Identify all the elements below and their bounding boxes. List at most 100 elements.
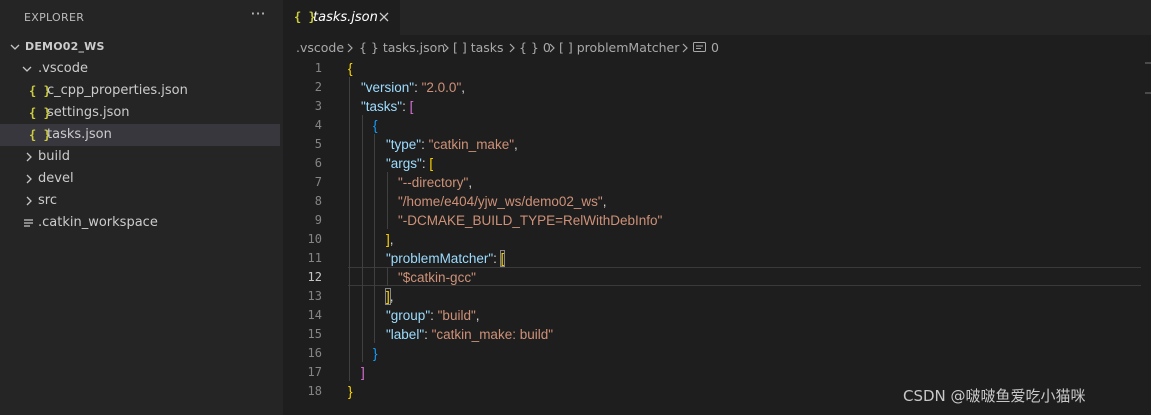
tree-file-tasks[interactable]: { } tasks.json — [0, 124, 280, 146]
line-number: 18 — [307, 384, 322, 398]
code-content: "version": "2.0.0", — [361, 80, 466, 95]
line-number: 10 — [307, 232, 322, 246]
code-line: 5 "type": "catkin_make", — [283, 135, 1151, 154]
code-line: 10 ], — [283, 230, 1151, 249]
breadcrumb-item-tasks[interactable]: [ ] tasks — [453, 40, 504, 55]
chevron-right-icon — [346, 40, 354, 56]
code-line: 1 { — [283, 59, 1151, 78]
code-content: "tasks": [ — [361, 99, 414, 114]
overview-ruler-mark — [1145, 62, 1151, 64]
code-content: { — [373, 118, 378, 133]
overview-ruler-mark — [1145, 92, 1151, 94]
code-line: 6 "args": [ — [283, 154, 1151, 173]
chevron-right-icon — [548, 40, 556, 56]
line-number: 5 — [314, 137, 322, 151]
code-line: 9 "-DCMAKE_BUILD_TYPE=RelWithDebInfo" — [283, 211, 1151, 230]
breadcrumb-item-index[interactable]: { } 0 — [519, 40, 551, 55]
tree-item-label: .catkin_workspace — [38, 215, 158, 230]
string-symbol-icon — [693, 40, 706, 56]
breadcrumb-item-problem-matcher[interactable]: [ ] problemMatcher — [559, 40, 679, 55]
line-number: 9 — [314, 213, 322, 227]
more-actions-icon[interactable]: ··· — [248, 5, 268, 25]
code-line: 7 "--directory", — [283, 173, 1151, 192]
explorer-header: EXPLORER — [24, 11, 85, 24]
editor-tab-bar: { } tasks.json — [283, 0, 1151, 35]
code-content: "-DCMAKE_BUILD_TYPE=RelWithDebInfo" — [398, 213, 663, 228]
tab-tasks-json[interactable]: { } tasks.json — [283, 0, 400, 35]
tab-label: tasks.json — [313, 10, 378, 25]
chevron-right-icon — [442, 40, 450, 56]
chevron-right-icon — [24, 190, 36, 212]
line-number: 15 — [307, 327, 322, 341]
line-number: 4 — [314, 118, 322, 132]
code-content: } — [373, 346, 378, 361]
tree-folder-build[interactable]: build — [0, 146, 280, 168]
tree-file-c-cpp-properties[interactable]: { } c_cpp_properties.json — [0, 80, 280, 102]
code-content: "args": [ — [386, 156, 434, 171]
code-line-current: 12 "$catkin-gcc" — [283, 268, 1151, 287]
tree-root-demo02-ws[interactable]: DEMO02_WS — [0, 36, 280, 58]
line-number: 7 — [314, 175, 322, 189]
line-number: 12 — [307, 270, 322, 284]
code-content: { — [348, 61, 353, 76]
tree-file-catkin-workspace[interactable]: .catkin_workspace — [0, 212, 280, 234]
code-content: ] — [361, 365, 365, 380]
chevron-down-icon — [10, 36, 22, 58]
tree-folder-vscode[interactable]: .vscode — [0, 58, 280, 80]
code-content: "/home/e404/yjw_ws/demo02_ws", — [398, 194, 607, 209]
close-icon[interactable] — [377, 10, 391, 24]
tree-item-label: devel — [38, 171, 74, 186]
tree-folder-src[interactable]: src — [0, 190, 280, 212]
chevron-right-icon — [681, 40, 689, 56]
tree-item-label: c_cpp_properties.json — [47, 83, 188, 98]
watermark: CSDN @啵啵鱼爱吃小猫咪 — [903, 387, 1086, 405]
line-number: 6 — [314, 156, 322, 170]
tree-item-label: tasks.json — [47, 127, 112, 142]
line-number: 13 — [307, 289, 322, 303]
tree-item-label: settings.json — [47, 105, 130, 120]
breadcrumb-item-value[interactable]: 0 — [711, 40, 719, 55]
code-content: "--directory", — [398, 175, 473, 190]
tree-item-label: .vscode — [38, 61, 88, 76]
code-editor[interactable]: 1 { 2 "version": "2.0.0", 3 "tasks": [ 4… — [283, 58, 1151, 415]
code-content: ], — [386, 232, 394, 247]
chevron-right-icon — [24, 146, 36, 168]
code-line: 17 ] — [283, 363, 1151, 382]
code-line: 2 "version": "2.0.0", — [283, 78, 1151, 97]
tree-item-label: src — [38, 193, 57, 208]
code-content: "type": "catkin_make", — [386, 137, 518, 152]
line-number: 17 — [307, 365, 322, 379]
text-file-icon — [24, 219, 33, 227]
code-content: } — [348, 384, 353, 399]
code-line: 3 "tasks": [ — [283, 97, 1151, 116]
code-line: 4 { — [283, 116, 1151, 135]
code-line: 16 } — [283, 344, 1151, 363]
breadcrumb-item-vscode[interactable]: .vscode — [296, 40, 344, 55]
line-number: 14 — [307, 308, 322, 322]
code-line: 11 "problemMatcher": [ — [283, 249, 1151, 268]
line-number: 2 — [314, 80, 322, 94]
tree-folder-devel[interactable]: devel — [0, 168, 280, 190]
breadcrumb-item-file[interactable]: { } tasks.json — [359, 40, 445, 55]
line-number: 16 — [307, 346, 322, 360]
line-number: 3 — [314, 99, 322, 113]
chevron-down-icon — [22, 58, 34, 80]
explorer-sidebar: EXPLORER ··· DEMO02_WS .vscode { } c_cpp… — [0, 0, 283, 415]
chevron-right-icon — [24, 168, 36, 190]
code-line: 15 "label": "catkin_make: build" — [283, 325, 1151, 344]
line-number: 8 — [314, 194, 322, 208]
tree-item-label: build — [38, 149, 70, 164]
code-line: 14 "group": "build", — [283, 306, 1151, 325]
code-line: 8 "/home/e404/yjw_ws/demo02_ws", — [283, 192, 1151, 211]
line-number: 1 — [314, 61, 322, 75]
code-line: 13 ], — [283, 287, 1151, 306]
line-number: 11 — [307, 251, 322, 265]
tree-root-label: DEMO02_WS — [25, 40, 105, 53]
code-content: "$catkin-gcc" — [398, 270, 476, 285]
code-content: "group": "build", — [386, 308, 480, 323]
code-content: "problemMatcher": [ — [386, 250, 506, 267]
code-content: ], — [385, 288, 394, 305]
code-content: "label": "catkin_make: build" — [386, 327, 554, 342]
tree-file-settings[interactable]: { } settings.json — [0, 102, 280, 124]
chevron-right-icon — [508, 40, 516, 56]
